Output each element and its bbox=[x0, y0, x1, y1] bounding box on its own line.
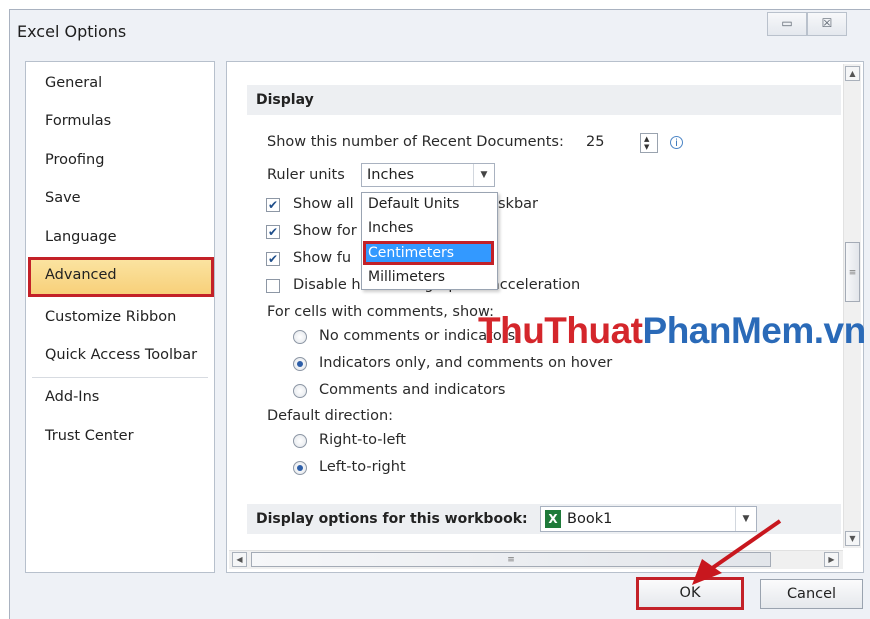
left-to-right-label: Left-to-right bbox=[319, 459, 406, 475]
nav-item-formulas[interactable]: Formulas bbox=[45, 113, 111, 129]
comments-and-indicators-label: Comments and indicators bbox=[319, 382, 506, 398]
watermark-part2: PhanMem.vn bbox=[642, 310, 867, 351]
show-all-windows-label-tail: skbar bbox=[498, 196, 539, 212]
close-icon: ☒ bbox=[821, 16, 833, 30]
right-to-left-label: Right-to-left bbox=[319, 432, 406, 448]
show-formula-bar-checkbox[interactable]: ✔ bbox=[266, 225, 280, 239]
vertical-scroll-thumb[interactable]: ≡ bbox=[845, 242, 860, 302]
workbook-value: Book1 bbox=[567, 511, 613, 527]
info-icon[interactable]: i bbox=[670, 136, 683, 149]
comments-label: For cells with comments, show: bbox=[267, 304, 494, 320]
display-section-header: Display bbox=[247, 85, 841, 115]
indicators-only-radio[interactable] bbox=[293, 357, 307, 371]
recent-docs-label: Show this number of Recent Documents: bbox=[267, 134, 564, 150]
recent-docs-spinner[interactable]: ▲ ▼ bbox=[640, 133, 658, 153]
nav-item-advanced[interactable]: Advanced bbox=[45, 267, 117, 283]
show-all-windows-label: Show all bbox=[293, 196, 354, 212]
minimize-icon: ▭ bbox=[781, 16, 793, 30]
left-to-right-radio[interactable] bbox=[293, 461, 307, 475]
default-direction-label: Default direction: bbox=[267, 408, 394, 424]
nav-item-trust-center[interactable]: Trust Center bbox=[45, 428, 134, 444]
disable-hw-acceleration-checkbox[interactable]: ✔ bbox=[266, 279, 280, 293]
nav-item-quick-access-toolbar[interactable]: Quick Access Toolbar bbox=[45, 347, 197, 363]
spin-down-icon[interactable]: ▼ bbox=[644, 143, 649, 151]
right-to-left-radio[interactable] bbox=[293, 434, 307, 448]
minimize-button[interactable]: ▭ bbox=[767, 12, 807, 36]
scroll-right-icon[interactable]: ▶ bbox=[824, 552, 839, 567]
dialog-title: Excel Options bbox=[17, 22, 127, 41]
nav-item-add-ins[interactable]: Add-Ins bbox=[45, 389, 99, 405]
site-watermark: ThuThuatPhanMem.vn bbox=[478, 310, 866, 352]
comments-and-indicators-radio[interactable] bbox=[293, 384, 307, 398]
spin-up-icon[interactable]: ▲ bbox=[644, 135, 649, 143]
nav-item-general[interactable]: General bbox=[45, 75, 102, 91]
ruler-units-select[interactable]: Inches ▼ bbox=[361, 163, 495, 187]
nav-item-language[interactable]: Language bbox=[45, 229, 117, 245]
ruler-units-value: Inches bbox=[367, 167, 415, 183]
watermark-part1: ThuThuat bbox=[478, 310, 643, 351]
close-button[interactable]: ☒ bbox=[807, 12, 847, 36]
nav-item-proofing[interactable]: Proofing bbox=[45, 152, 104, 168]
show-formula-bar-label: Show for bbox=[293, 223, 357, 239]
no-comments-radio[interactable] bbox=[293, 330, 307, 344]
chevron-down-icon[interactable]: ▼ bbox=[473, 164, 494, 186]
workbook-section-title: Display options for this workbook: bbox=[256, 511, 528, 527]
options-nav: General Formulas Proofing Save Language … bbox=[25, 61, 215, 573]
show-function-tooltips-checkbox[interactable]: ✔ bbox=[266, 252, 280, 266]
vertical-scrollbar[interactable]: ▲ ≡ ▼ bbox=[843, 64, 861, 548]
scroll-up-icon[interactable]: ▲ bbox=[845, 66, 860, 81]
excel-workbook-icon: X bbox=[545, 510, 561, 528]
nav-item-save[interactable]: Save bbox=[45, 190, 81, 206]
ruler-units-dropdown: Default Units Inches Centimeters Millime… bbox=[361, 192, 498, 290]
recent-docs-value[interactable]: 25 bbox=[586, 134, 604, 150]
indicators-only-label: Indicators only, and comments on hover bbox=[319, 355, 613, 371]
scroll-left-icon[interactable]: ◀ bbox=[232, 552, 247, 567]
arrow-shaft bbox=[706, 519, 782, 573]
show-all-windows-checkbox[interactable]: ✔ bbox=[266, 198, 280, 212]
show-function-tooltips-label: Show fu bbox=[293, 250, 352, 266]
nav-item-customize-ribbon[interactable]: Customize Ribbon bbox=[45, 309, 176, 325]
scroll-down-icon[interactable]: ▼ bbox=[845, 531, 860, 546]
red-arrow-annotation bbox=[692, 519, 782, 585]
dropdown-option-millimeters[interactable]: Millimeters bbox=[368, 269, 445, 285]
nav-separator bbox=[32, 377, 208, 378]
dropdown-option-centimeters[interactable]: Centimeters bbox=[368, 245, 454, 261]
ruler-units-label: Ruler units bbox=[267, 167, 345, 183]
dropdown-option-default-units[interactable]: Default Units bbox=[368, 196, 459, 212]
display-section-title: Display bbox=[256, 92, 314, 108]
dropdown-option-inches[interactable]: Inches bbox=[368, 220, 413, 236]
